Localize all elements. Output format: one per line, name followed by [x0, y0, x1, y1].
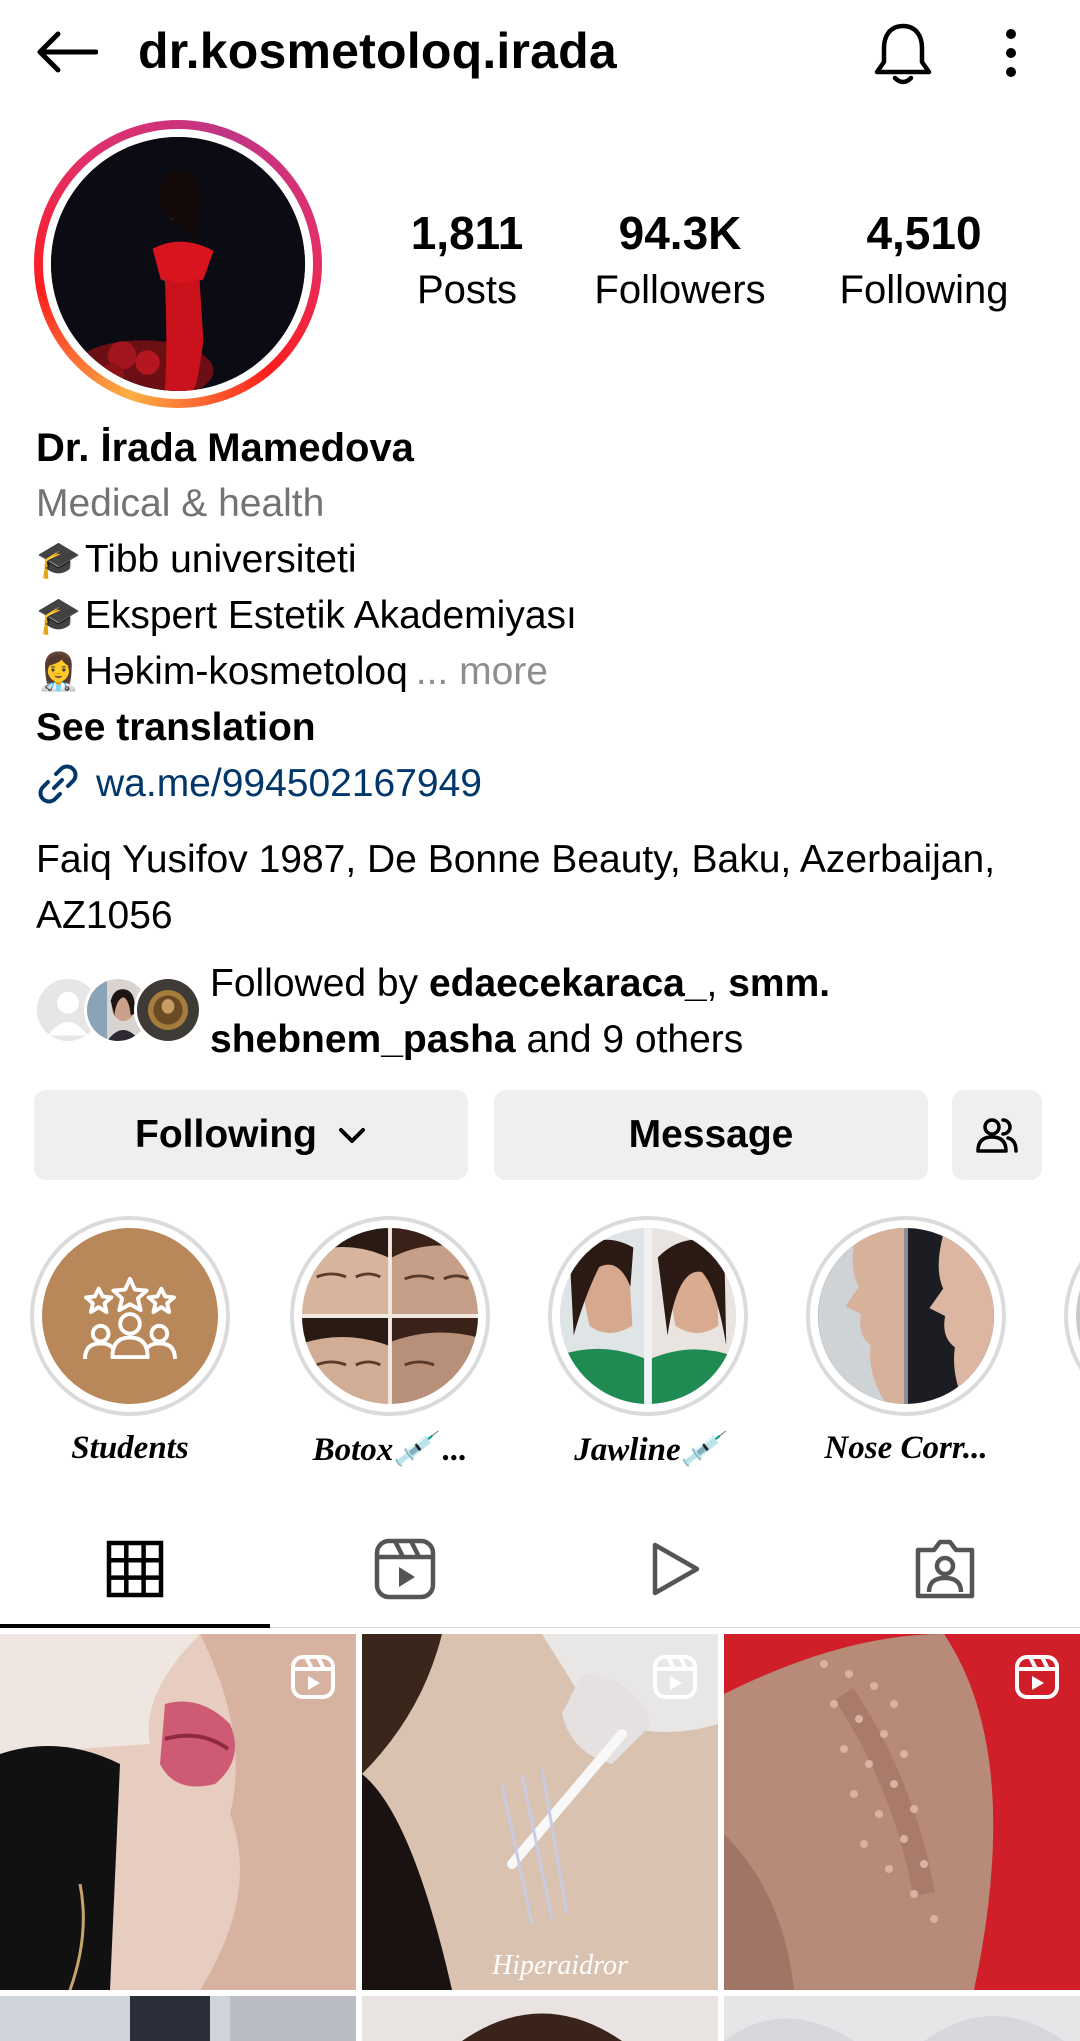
profile-category: Medical & health	[36, 482, 325, 525]
bio-line-1-text: Tibb universiteti	[84, 538, 357, 581]
tab-tagged[interactable]	[810, 1510, 1080, 1628]
highlight-nose-correction[interactable]: Nose Corr...	[806, 1216, 1006, 1467]
tagged-user-icon	[915, 1539, 975, 1599]
website-url: wa.me/994502167949	[96, 762, 482, 805]
bio-line-3-text: Həkim-kosmetoloq	[84, 650, 408, 693]
mutual-follower-avatars	[34, 976, 204, 1046]
add-people-icon	[976, 1118, 1018, 1153]
students-icon	[42, 1228, 218, 1404]
highlight-botox[interactable]: Botox💉 ...	[290, 1216, 490, 1469]
post-thumbnail	[724, 1996, 1080, 2041]
tab-posts-grid[interactable]	[0, 1510, 270, 1628]
followed-by-suffix: and 9 others	[515, 1018, 744, 1061]
bio-line-2: 🎓 Ekspert Estetik Akademiyası	[36, 588, 1056, 644]
highlight-cover	[818, 1228, 994, 1404]
grid-post[interactable]	[724, 1996, 1080, 2041]
following-button[interactable]: Following	[34, 1090, 468, 1180]
top-bar: dr.kosmetoloq.irada	[0, 0, 1080, 110]
posts-label: Posts	[416, 268, 518, 312]
followers-label: Followers	[594, 268, 766, 312]
graduation-cap-icon: 🎓	[36, 595, 81, 636]
link-icon	[36, 762, 80, 806]
tab-reels[interactable]	[270, 1510, 540, 1628]
reels-icon	[374, 1538, 436, 1600]
followed-by-prefix: Followed by	[210, 962, 429, 1005]
following-button-label: Following	[135, 1113, 317, 1156]
chevron-down-icon	[337, 1125, 367, 1145]
grid-post[interactable]	[0, 1634, 356, 1990]
bio-website-link[interactable]: wa.me/994502167949	[36, 762, 482, 806]
grid-post[interactable]	[362, 1996, 718, 2041]
bio-more-link[interactable]: ... more	[416, 644, 548, 700]
grid-icon	[106, 1540, 164, 1598]
highlight-label: Botox💉 ...	[312, 1432, 468, 1468]
posts-stat[interactable]: 1,811 Posts	[400, 206, 534, 313]
highlight-label: Students	[71, 1430, 189, 1466]
more-vertical-icon	[1006, 29, 1016, 77]
highlight-cover	[560, 1228, 736, 1404]
message-button-label: Message	[628, 1113, 794, 1156]
highlight-jawline[interactable]: Jawline💉	[548, 1216, 748, 1469]
reels-badge-icon	[1015, 1655, 1059, 1699]
avatar	[134, 976, 202, 1044]
bio-line-1: 🎓 Tibb universiteti	[36, 532, 1056, 588]
followed-by-text: Followed by edaecekaraca_, smm. shebnem_…	[210, 956, 1070, 1068]
profile-username: dr.kosmetoloq.irada	[138, 23, 617, 79]
post-thumbnail	[0, 1996, 356, 2041]
post-thumbnail	[362, 1996, 718, 2041]
following-count: 4,510	[866, 207, 982, 259]
arrow-left-icon	[37, 31, 98, 73]
profile-photo	[51, 137, 305, 391]
posts-count: 1,811	[410, 207, 524, 259]
svg-text:Hiperaidror: Hiperaidror	[491, 1950, 628, 1981]
bio-line-3: 👩‍⚕️ Həkim-kosmetoloq ... more	[36, 644, 1056, 700]
notifications-button[interactable]	[868, 18, 938, 88]
see-translation-link[interactable]: See translation	[36, 700, 1056, 756]
back-button[interactable]	[30, 22, 102, 82]
highlight-label: Jawline💉	[574, 1432, 722, 1468]
display-name: Dr. İrada Mamedova	[36, 426, 414, 470]
reels-badge-icon	[291, 1655, 335, 1699]
tab-videos[interactable]	[540, 1510, 810, 1628]
highlight-partial[interactable]	[1064, 1216, 1080, 1416]
reels-badge-icon	[653, 1655, 697, 1699]
bell-icon	[874, 23, 932, 85]
highlight-students[interactable]: Students	[30, 1216, 230, 1467]
mutual-follower-1[interactable]: edaecekaraca_	[429, 962, 707, 1005]
following-label: Following	[839, 268, 1009, 312]
more-options-button[interactable]	[984, 18, 1038, 88]
profile-avatar[interactable]	[34, 120, 322, 408]
graduation-cap-icon: 🎓	[36, 539, 81, 580]
highlight-label: Nose Corr...	[824, 1430, 988, 1466]
following-stat[interactable]: 4,510 Following	[830, 206, 1018, 313]
bio-line-2-text: Ekspert Estetik Akademiyası	[84, 594, 577, 637]
active-tab-indicator	[0, 1624, 270, 1628]
followers-stat[interactable]: 94.3K Followers	[586, 206, 774, 313]
suggested-accounts-button[interactable]	[952, 1090, 1042, 1180]
grid-post[interactable]	[0, 1996, 356, 2041]
profile-tabs	[0, 1510, 1080, 1628]
grid-post[interactable]	[724, 1634, 1080, 1990]
message-button[interactable]: Message	[494, 1090, 928, 1180]
business-address[interactable]: Faiq Yusifov 1987, De Bonne Beauty, Baku…	[36, 832, 1066, 944]
followed-by-row[interactable]: Followed by edaecekaraca_, smm. shebnem_…	[34, 956, 1064, 1076]
followed-by-separator: ,	[706, 962, 729, 1005]
profile-bio: Dr. İrada Mamedova Medical & health 🎓 Ti…	[36, 420, 1056, 756]
highlight-cover	[302, 1228, 478, 1404]
grid-post[interactable]: Hiperaidror	[362, 1634, 718, 1990]
followers-count: 94.3K	[618, 207, 742, 259]
play-icon	[652, 1542, 700, 1596]
doctor-icon: 👩‍⚕️	[36, 651, 81, 692]
